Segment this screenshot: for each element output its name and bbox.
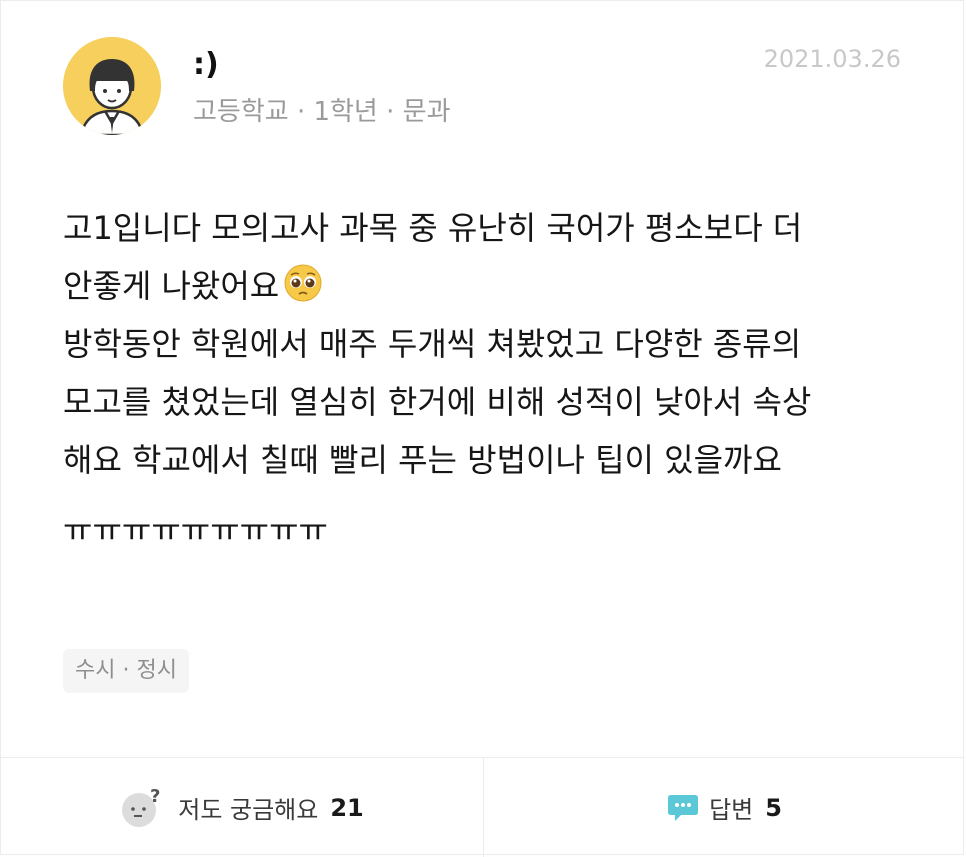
curious-face-icon: ? (122, 786, 161, 827)
svg-text:?: ? (150, 786, 160, 807)
speech-bubble-icon (668, 794, 699, 821)
post-card: :) 고등학교 · 1학년 · 문과 2021.03.26 고1입니다 모의고사… (0, 0, 964, 857)
answer-label: 답변 (709, 796, 754, 824)
post-line: 해요 학교에서 칠때 빨리 푸는 방법이나 팁이 있을까요 (63, 441, 782, 479)
post-footer: ? 저도 궁금해요 21 답변 5 (1, 757, 963, 857)
post-line-text: 안좋게 나왔어요 (63, 267, 280, 305)
pleading-face-emoji-icon (284, 264, 322, 302)
avatar[interactable] (63, 37, 161, 135)
post-date: 2021.03.26 (763, 45, 901, 73)
student-avatar-icon (63, 37, 161, 135)
curious-button[interactable]: ? 저도 궁금해요 21 (1, 758, 483, 857)
post-line: 모고를 쳤었는데 열심히 한거에 비해 성적이 낮아서 속상 (63, 383, 812, 421)
post-body: 고1입니다 모의고사 과목 중 유난히 국어가 평소보다 더 안좋게 나왔어요 … (63, 199, 913, 559)
author-info: 고등학교 · 1학년 · 문과 (193, 97, 451, 127)
category-tag[interactable]: 수시 · 정시 (63, 649, 189, 693)
answer-button[interactable]: 답변 5 (484, 758, 965, 857)
post-line: 안좋게 나왔어요 (63, 257, 913, 315)
post-header: :) 고등학교 · 1학년 · 문과 2021.03.26 (1, 1, 963, 161)
post-line: 고1입니다 모의고사 과목 중 유난히 국어가 평소보다 더 (63, 209, 803, 247)
answer-count: 5 (765, 793, 782, 822)
author-name[interactable]: :) (193, 47, 219, 82)
post-line: ㅠㅠㅠㅠㅠㅠㅠㅠㅠ (63, 511, 328, 549)
curious-label: 저도 궁금해요 (178, 796, 319, 824)
post-line: 방학동안 학원에서 매주 두개씩 쳐봤었고 다양한 종류의 (63, 325, 802, 363)
curious-count: 21 (330, 793, 364, 822)
